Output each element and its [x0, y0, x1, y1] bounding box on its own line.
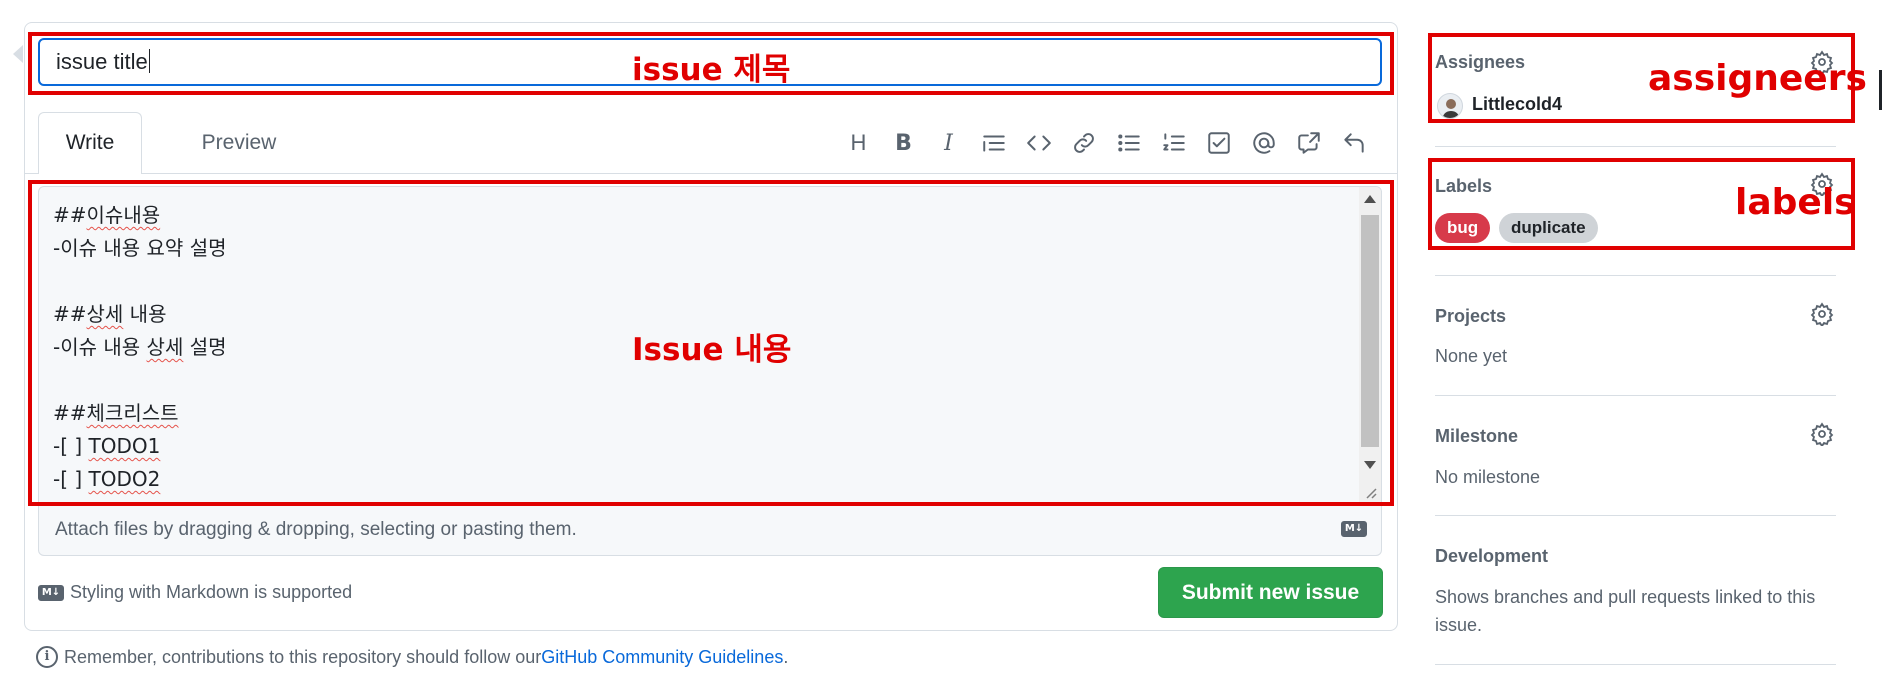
editor-tabs-bar: Write Preview H B I: [24, 112, 1398, 174]
info-icon: i: [36, 646, 58, 668]
cross-reference-icon[interactable]: [1286, 126, 1331, 160]
sidebar-divider: [1435, 515, 1836, 516]
heading-icon[interactable]: H: [836, 126, 881, 160]
milestone-value: No milestone: [1435, 467, 1541, 487]
contribution-note-text: Remember, contributions to this reposito…: [64, 646, 542, 667]
projects-value: None yet: [1435, 346, 1508, 366]
ordered-list-icon[interactable]: [1151, 126, 1196, 160]
bold-icon[interactable]: B: [881, 126, 926, 160]
sidebar-divider: [1435, 146, 1836, 147]
annotation-label-title: issue 제목: [632, 52, 791, 88]
contribution-note: i Remember, contributions to this reposi…: [36, 646, 788, 668]
development-description-line2: issue.: [1435, 615, 1483, 635]
milestone-title: Milestone: [1435, 426, 1519, 446]
undo-icon[interactable]: [1331, 126, 1376, 160]
italic-icon[interactable]: I: [926, 126, 971, 160]
annotation-label-body: Issue 내용: [632, 332, 792, 368]
annotation-label-assignees: assigneers: [1648, 58, 1867, 99]
development-description-line1: Shows branches and pull requests linked …: [1435, 587, 1816, 607]
code-icon[interactable]: [1016, 126, 1061, 160]
mention-icon[interactable]: [1241, 126, 1286, 160]
markdown-note-icon: M↓: [38, 585, 64, 601]
sidebar-divider: [1435, 664, 1836, 665]
edge-bar: [1879, 70, 1882, 110]
projects-title: Projects: [1435, 306, 1507, 326]
contribution-note-suffix: .: [783, 646, 789, 667]
unordered-list-icon[interactable]: [1106, 126, 1151, 160]
milestone-gear-icon[interactable]: [1810, 422, 1834, 448]
heading-letter: H: [850, 130, 867, 155]
link-icon[interactable]: [1061, 126, 1106, 160]
development-title: Development: [1435, 546, 1549, 566]
markdown-icon: M↓: [1341, 521, 1367, 537]
tab-preview[interactable]: Preview: [174, 112, 304, 174]
community-guidelines-link[interactable]: GitHub Community Guidelines: [541, 647, 783, 668]
markdown-supported-note[interactable]: Styling with Markdown is supported: [70, 582, 352, 603]
projects-gear-icon[interactable]: [1810, 302, 1834, 328]
tab-write[interactable]: Write: [38, 112, 142, 174]
submit-new-issue-button[interactable]: Submit new issue: [1158, 567, 1383, 618]
task-list-icon[interactable]: [1196, 126, 1241, 160]
annotation-label-labels: labels: [1735, 182, 1856, 223]
markdown-toolbar: H B I: [836, 126, 1376, 160]
quote-icon[interactable]: [971, 126, 1016, 160]
attach-files-text: Attach files by dragging & dropping, sel…: [55, 519, 577, 540]
sidebar-divider: [1435, 275, 1836, 276]
bold-letter: B: [895, 130, 912, 156]
comment-caret: [13, 45, 23, 63]
sidebar-divider: [1435, 395, 1836, 396]
attach-files-area[interactable]: Attach files by dragging & dropping, sel…: [38, 504, 1382, 556]
italic-letter: I: [944, 130, 953, 156]
